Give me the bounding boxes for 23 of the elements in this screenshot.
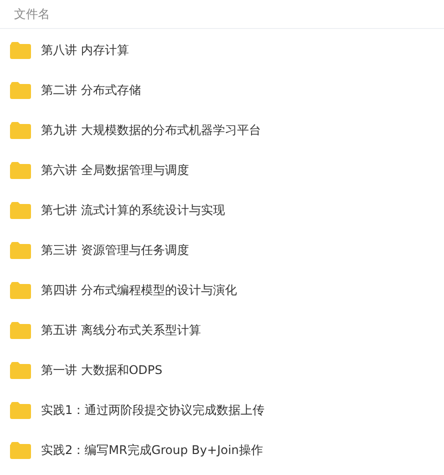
folder-name[interactable]: 第三讲 资源管理与任务调度 xyxy=(41,242,189,258)
folder-icon xyxy=(10,162,31,178)
folder-name[interactable]: 第八讲 内存计算 xyxy=(41,42,129,58)
folder-name[interactable]: 第二讲 分布式存储 xyxy=(41,82,141,98)
folder-icon xyxy=(10,282,31,298)
folder-icon xyxy=(10,442,31,458)
folder-icon xyxy=(10,122,31,138)
folder-name[interactable]: 实践2：编写MR完成Group By+Join操作 xyxy=(41,442,263,458)
folder-icon xyxy=(10,322,31,338)
folder-icon xyxy=(10,82,31,98)
folder-icon xyxy=(10,362,31,378)
folder-icon xyxy=(10,402,31,418)
folder-name[interactable]: 实践1：通过两阶段提交协议完成数据上传 xyxy=(41,402,265,418)
folder-name[interactable]: 第四讲 分布式编程模型的设计与演化 xyxy=(41,282,237,298)
folder-name[interactable]: 第七讲 流式计算的系统设计与实现 xyxy=(41,202,225,218)
folder-icon xyxy=(10,202,31,218)
folder-icon xyxy=(10,42,31,58)
folder-name[interactable]: 第九讲 大规模数据的分布式机器学习平台 xyxy=(41,122,261,138)
folder-name[interactable]: 第六讲 全局数据管理与调度 xyxy=(41,162,189,178)
folder-name[interactable]: 第一讲 大数据和ODPS xyxy=(41,362,162,378)
folder-name[interactable]: 第五讲 离线分布式关系型计算 xyxy=(41,322,201,338)
folder-icon xyxy=(10,242,31,258)
column-header[interactable]: 文件名 xyxy=(14,6,50,22)
